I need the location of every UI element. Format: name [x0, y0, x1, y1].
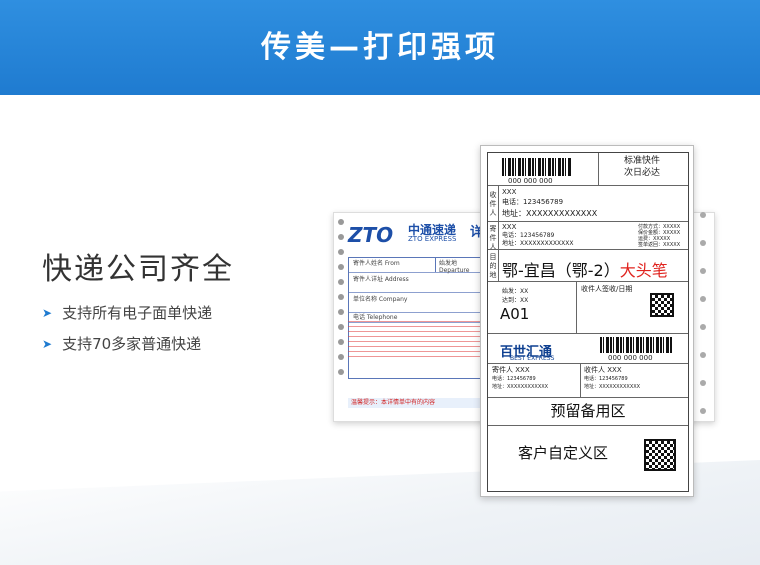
sender-address: 地址：XXXXXXXXXXXXX [502, 240, 574, 247]
service-sub: 次日必达 [624, 168, 661, 178]
feature-item: ➤ 支持所有电子面单快递 [42, 302, 212, 323]
barcode-number-2: 000 000 000 [608, 354, 653, 362]
waybill-label-image: 000 000 000 标准快件 次日必达 收件人 XXX 电话：1234567… [480, 145, 694, 497]
zto-field-grid: 寄件人姓名 From 始发地 Departure 寄件人详址 Address 单… [348, 257, 486, 379]
recipient-name: XXX [502, 188, 517, 196]
service-type: 标准快件 [624, 156, 661, 166]
zto-brand-en: ZTO EXPRESS [408, 235, 457, 243]
sign-label: 收件人签收/日期 [581, 285, 633, 293]
destination-text: 鄂-宜昌（鄂-2）大头笔 [502, 257, 668, 281]
addr2-line: 地址：XXXXXXXXXXXX [492, 384, 549, 390]
zto-field: 始发地 Departure [439, 260, 470, 274]
destination-name: 鄂-宜昌（鄂-2） [502, 261, 620, 280]
waybill-frame: 000 000 000 标准快件 次日必达 收件人 XXX 电话：1234567… [487, 152, 689, 492]
zto-field: 单位名称 Company [353, 296, 408, 303]
feature-text: 支持70多家普通快递 [62, 335, 202, 353]
best-logo-en: BEST EXPRESS [510, 355, 555, 362]
sender2-line: 寄件人 XXX [492, 366, 530, 374]
reserve-area: 预留备用区 [550, 402, 626, 420]
banner-title: 传美—打印强项 [261, 30, 499, 65]
recipient-side-label: 收件人 [489, 191, 497, 217]
dest-side-label: 目的地 [489, 253, 497, 279]
route-code: A01 [500, 305, 530, 323]
barcode-image [600, 337, 672, 353]
zto-logo: ZTO [348, 223, 394, 247]
arrival-place: 达到：XX [502, 297, 529, 304]
section-heading: 快递公司齐全 [42, 252, 234, 287]
zto-terms-block [348, 321, 484, 357]
recipient2-line: 收件人 XXX [584, 366, 622, 374]
arrow-right-icon: ➤ [42, 336, 53, 351]
feature-text: 支持所有电子面单快递 [62, 304, 213, 322]
qr-code-image [650, 293, 674, 317]
feature-item: ➤ 支持70多家普通快递 [42, 333, 201, 354]
recipient-address: 地址：XXXXXXXXXXXXX [502, 209, 598, 218]
barcode-image [502, 158, 572, 176]
zto-field: 寄件人姓名 From [353, 260, 400, 267]
arrow-right-icon: ➤ [42, 305, 53, 320]
custom-area: 客户自定义区 [517, 444, 608, 462]
addr2-line: 地址：XXXXXXXXXXXX [584, 384, 641, 390]
top-banner: 传美—打印强项 [0, 0, 760, 95]
sender-side-label: 寄件人 [489, 225, 497, 251]
zto-field: 寄件人详址 Address [353, 276, 409, 283]
zto-field: 电话 Telephone [353, 314, 398, 321]
tractor-holes [700, 212, 706, 414]
qr-code-image [644, 439, 676, 471]
tractor-holes [338, 219, 344, 375]
start-place: 始发：XX [502, 288, 529, 295]
zto-footer-notice: 温馨提示：本详情单中有的内容 [348, 398, 484, 408]
recipient-phone: 电话：123456789 [502, 198, 564, 206]
destination-red: 大头笔 [619, 261, 668, 280]
